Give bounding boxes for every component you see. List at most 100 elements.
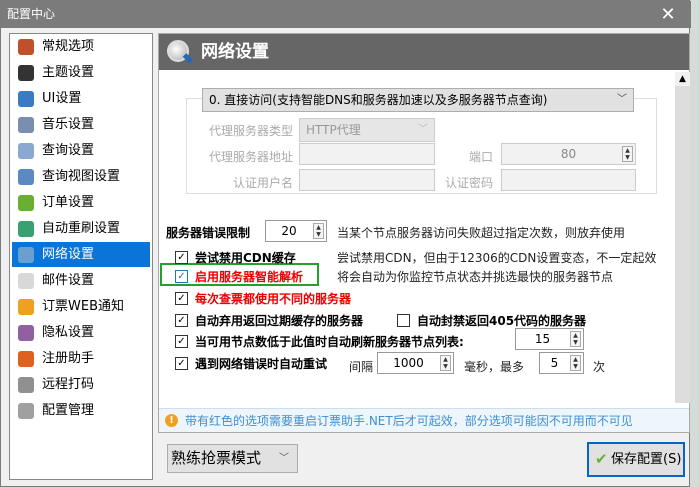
- monitor-icon: [18, 91, 34, 107]
- heart-icon: [18, 351, 34, 367]
- checkbox[interactable]: ✓: [175, 357, 188, 370]
- window-title: 配置中心: [1, 1, 691, 28]
- proxy-address-label: 代理服务器地址: [208, 150, 293, 164]
- proxy-type-select[interactable]: HTTP代理 ﹀: [299, 118, 435, 142]
- sidebar-item-label: 邮件设置: [42, 273, 95, 288]
- sidebar-item[interactable]: 隐私设置: [12, 320, 150, 345]
- option-label: 每次查票都使用不同的服务器: [195, 292, 352, 306]
- retry-max-value: 5: [550, 356, 559, 370]
- auth-user-label: 认证用户名: [232, 176, 293, 190]
- sidebar-item-label: 隐私设置: [42, 325, 95, 340]
- node-threshold-value: 15: [534, 332, 551, 346]
- key-icon: [18, 377, 34, 393]
- spinner-arrows[interactable]: ▲ ▼: [570, 355, 581, 371]
- proxy-type-label: 代理服务器类型: [208, 124, 293, 138]
- sidebar-item[interactable]: 自动重刷设置: [12, 216, 150, 241]
- spinner-arrows[interactable]: ▲ ▼: [622, 146, 633, 162]
- retry-ms-label: 毫秒，最多: [464, 360, 525, 374]
- sidebar-item[interactable]: UI设置: [12, 86, 150, 111]
- checkbox[interactable]: ✓: [175, 314, 188, 327]
- proxy-type-value: HTTP代理: [306, 123, 361, 137]
- save-button[interactable]: ✔ 保存配置(S): [587, 442, 685, 477]
- port-value: 80: [560, 147, 577, 161]
- mode-value: 熟练抢票模式: [171, 449, 262, 467]
- panel-title: 网络设置: [159, 34, 689, 70]
- save-label: 保存配置(S): [611, 452, 682, 467]
- spinner-arrows[interactable]: ▲ ▼: [313, 223, 324, 239]
- chevron-down-icon: ﹀: [617, 94, 627, 105]
- auth-user-input[interactable]: [299, 169, 435, 191]
- option-hint: 尝试禁用CDN，但由于12306的CDN设置变态，不一定起效: [337, 251, 657, 265]
- chevron-down-icon: ﹀: [418, 124, 428, 135]
- sidebar-item-label: 查询设置: [42, 143, 95, 158]
- proxy-address-input[interactable]: [299, 143, 435, 165]
- warning-icon: !: [165, 414, 178, 427]
- sidebar-item[interactable]: 主题设置: [12, 60, 150, 85]
- config-window: 配置中心 ✕ 常规选项主题设置 UI设置音乐设置查询设置查询视图设置 订单设置自动重…: [0, 0, 691, 487]
- checkbox[interactable]: [397, 314, 410, 327]
- error-limit-input[interactable]: 20 ▲ ▼: [265, 220, 327, 242]
- checkbox[interactable]: ✓: [175, 335, 188, 348]
- sidebar-item-label: 订票WEB通知: [42, 299, 124, 314]
- sidebar-item[interactable]: 音乐设置: [12, 112, 150, 137]
- mail-icon: [18, 273, 34, 289]
- auth-password-label: 认证密码: [444, 176, 493, 190]
- chevron-down-icon: ﹀: [279, 453, 289, 464]
- sidebar-item-label: 订单设置: [42, 195, 95, 210]
- option-label: 当可用节点数低于此值时自动刷新服务器节点列表:: [195, 335, 464, 349]
- checkbox[interactable]: ✓: [175, 270, 188, 283]
- sidebar-item-label: 常规选项: [42, 39, 95, 54]
- sidebar-item-label: 查询视图设置: [42, 169, 121, 184]
- sidebar-item-label: 注册助手: [42, 351, 95, 366]
- magnifier-icon: [18, 169, 34, 185]
- retry-interval-value: 1000: [393, 356, 424, 370]
- notice-text: 带有红色的选项需要重启订票助手.NET后才可起效，部分选项可能因不可用而不可见: [185, 414, 633, 428]
- error-limit-hint: 当某个节点服务器访问失败超过指定次数，则放弃使用: [337, 226, 626, 240]
- sidebar-item-label: 主题设置: [42, 65, 95, 80]
- sidebar-item[interactable]: 远程打码: [12, 372, 150, 397]
- umbrella-icon: [18, 325, 34, 341]
- auth-password-input[interactable]: [501, 169, 636, 191]
- sidebar-item[interactable]: 查询视图设置: [12, 164, 150, 189]
- refresh-icon: [18, 221, 34, 237]
- vertical-scrollbar[interactable]: ▲: [675, 72, 690, 403]
- chart-icon: [18, 143, 34, 159]
- spinner-arrows[interactable]: ▲ ▼: [440, 355, 451, 371]
- option-label: 自动封禁返回405代码的服务器: [417, 314, 587, 328]
- retry-interval-label: 间隔: [349, 360, 374, 374]
- speaker-icon: [18, 117, 34, 133]
- home-icon: [18, 39, 34, 55]
- rss-icon: [18, 299, 34, 315]
- access-mode-select[interactable]: 0. 直接访问(支持智能DNS和服务器加速以及多服务器节点查询) ﹀: [202, 88, 634, 112]
- globe-icon: [18, 247, 34, 263]
- port-input[interactable]: 80 ▲ ▼: [501, 143, 636, 165]
- sidebar-item[interactable]: 配置管理: [12, 398, 150, 423]
- node-threshold-input[interactable]: 15 ▲ ▼: [515, 328, 584, 350]
- sidebar: 常规选项主题设置 UI设置音乐设置查询设置查询视图设置 订单设置自动重刷设置网络设置…: [9, 33, 153, 480]
- sidebar-item-label: 自动重刷设置: [42, 221, 121, 236]
- retry-interval-input[interactable]: 1000 ▲ ▼: [377, 352, 454, 374]
- notice-bar: ! 带有红色的选项需要重启订票助手.NET后才可起效，部分选项可能因不可用而不可见: [159, 408, 689, 432]
- gear-icon: [18, 403, 34, 419]
- sidebar-item[interactable]: 订票WEB通知: [12, 294, 150, 319]
- magic-wand-icon: [18, 65, 34, 81]
- settings-panel: 网络设置 0. 直接访问(支持智能DNS和服务器加速以及多服务器节点查询) ﹀ 代…: [158, 33, 690, 433]
- checkbox[interactable]: ✓: [175, 251, 188, 264]
- close-button[interactable]: ✕: [653, 1, 683, 28]
- retry-max-input[interactable]: 5 ▲ ▼: [539, 352, 584, 374]
- sidebar-item[interactable]: 邮件设置: [12, 268, 150, 293]
- checkbox[interactable]: ✓: [175, 292, 188, 305]
- spinner-arrows[interactable]: ▲ ▼: [570, 331, 581, 347]
- sidebar-item[interactable]: 注册助手: [12, 346, 150, 371]
- sidebar-item-label: UI设置: [42, 91, 82, 106]
- sidebar-item[interactable]: 订单设置: [12, 190, 150, 215]
- sidebar-item[interactable]: 常规选项: [12, 34, 150, 59]
- mode-select[interactable]: 熟练抢票模式 ﹀: [167, 444, 298, 473]
- sidebar-item-label: 远程打码: [42, 377, 95, 392]
- sidebar-item-label: 配置管理: [42, 403, 95, 418]
- sidebar-item[interactable]: 网络设置: [12, 242, 150, 267]
- option-label: 启用服务器智能解析: [195, 270, 304, 284]
- retry-times-label: 次: [593, 360, 606, 374]
- scroll-up-icon[interactable]: ▲: [675, 72, 690, 86]
- sidebar-item[interactable]: 查询设置: [12, 138, 150, 163]
